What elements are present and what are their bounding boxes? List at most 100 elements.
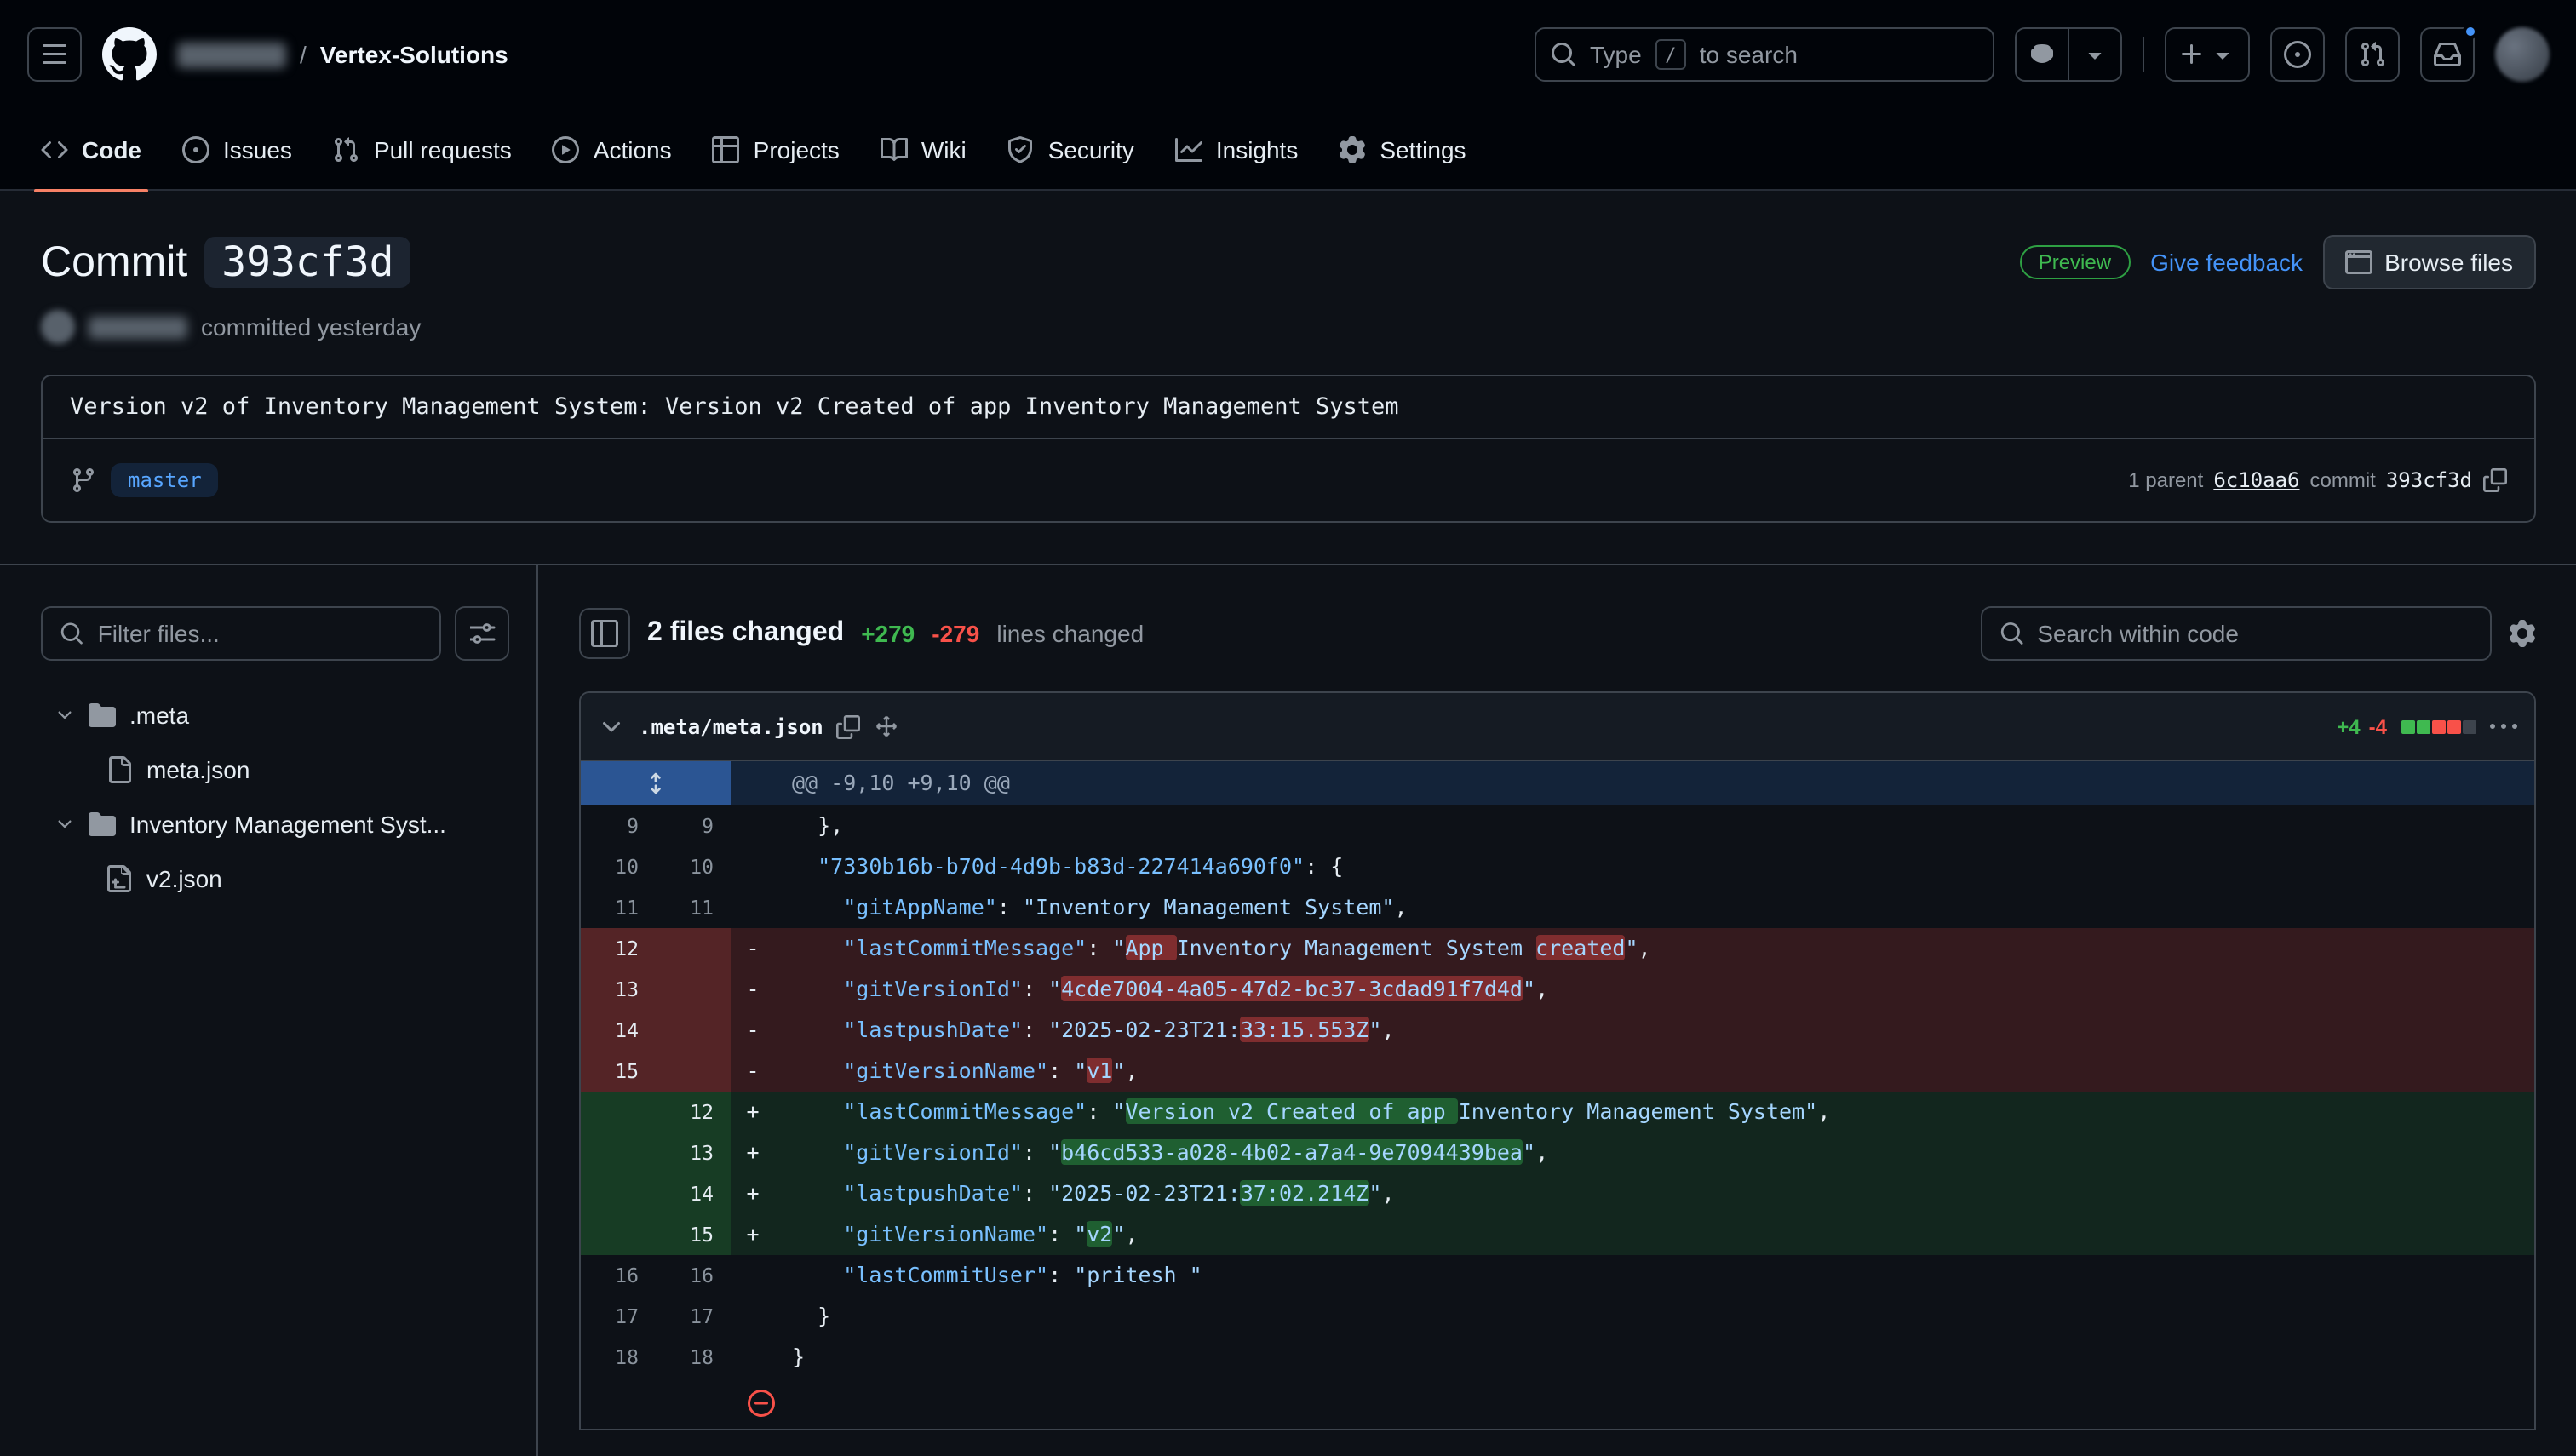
diff-file-path[interactable]: .meta/meta.json	[639, 714, 823, 738]
tab-pull-requests[interactable]: Pull requests	[313, 108, 532, 190]
diff-marker	[731, 887, 775, 928]
collapse-file-button[interactable]	[598, 713, 625, 740]
diff-line: 1111 "gitAppName": "Inventory Management…	[581, 887, 2533, 928]
page-title: Commit 393cf3d	[41, 237, 411, 288]
hunk-header-text: @@ -9,10 +9,10 @@	[731, 761, 2533, 805]
tree-file-meta-json[interactable]: meta.json	[41, 742, 509, 797]
diff-settings-button[interactable]	[2508, 620, 2535, 647]
tab-projects[interactable]: Projects	[692, 108, 860, 190]
tab-actions[interactable]: Actions	[532, 108, 692, 190]
file-diff-icon	[106, 865, 133, 892]
git-pull-request-icon	[333, 135, 360, 163]
copy-sha-button[interactable]	[2482, 468, 2506, 492]
redacted-owner-name[interactable]	[177, 42, 286, 67]
chevron-down-icon	[55, 814, 75, 834]
filter-files-field[interactable]	[41, 606, 441, 661]
tab-label: Pull requests	[374, 135, 512, 163]
tab-label: Wiki	[921, 135, 967, 163]
pull-requests-dashboard-button[interactable]	[2344, 27, 2399, 82]
github-mark-icon	[102, 27, 157, 82]
tab-code[interactable]: Code	[20, 108, 162, 190]
tree-folder-meta[interactable]: .meta	[41, 688, 509, 742]
old-line-number: 12	[581, 928, 656, 969]
file-diffstat: +4 -4	[2337, 714, 2476, 738]
code-search-field[interactable]	[1980, 606, 2491, 661]
total-deletions: -279	[932, 620, 979, 647]
file-tree: .meta meta.json Inventory Management Sys…	[41, 688, 509, 906]
tab-settings[interactable]: Settings	[1318, 108, 1486, 190]
diff-end-row	[581, 1378, 2533, 1429]
diff-line: 1010 "7330b16b-b70d-4d9b-b83d-227414a690…	[581, 846, 2533, 887]
code-line: "gitAppName": "Inventory Management Syst…	[775, 887, 2533, 928]
commit-message: Version v2 of Inventory Management Syste…	[43, 376, 2533, 439]
unfold-icon	[644, 771, 668, 795]
create-new-button[interactable]	[2164, 27, 2249, 82]
files-changed-count: 2 files changed	[647, 618, 844, 649]
diff-line: 12- "lastCommitMessage": "App Inventory …	[581, 928, 2533, 969]
diffstat-block	[2431, 719, 2445, 733]
inbox-button[interactable]	[2419, 27, 2474, 82]
code-line: "gitVersionName": "v2",	[775, 1214, 2533, 1255]
code-line: "gitVersionName": "v1",	[775, 1051, 2533, 1092]
code-search-input[interactable]	[2037, 620, 2472, 647]
git-branch-icon	[70, 467, 97, 494]
drag-handle[interactable]	[875, 714, 900, 739]
new-line-number: 18	[656, 1337, 731, 1378]
give-feedback-link[interactable]: Give feedback	[2150, 249, 2303, 276]
commit-author-row: committed yesterday	[41, 310, 2535, 344]
file-options-button[interactable]	[2489, 713, 2516, 740]
tree-options-button[interactable]	[455, 606, 509, 661]
diffstat-block	[2462, 719, 2476, 733]
new-line-number: 9	[656, 805, 731, 846]
old-line-number: 10	[581, 846, 656, 887]
tab-label: Insights	[1216, 135, 1299, 163]
toggle-file-tree-button[interactable]	[579, 608, 630, 659]
old-line-number: 13	[581, 969, 656, 1010]
diff-marker	[731, 805, 775, 846]
sliders-icon	[468, 620, 496, 647]
committed-text: committed yesterday	[201, 313, 421, 341]
parent-sha-link[interactable]: 6c10aa6	[2213, 468, 2299, 492]
copilot-chat-button[interactable]	[2016, 29, 2067, 80]
diff-marker	[731, 1337, 775, 1378]
new-line-number: 12	[656, 1092, 731, 1132]
breadcrumb-repo-link[interactable]: Vertex-Solutions	[320, 41, 508, 68]
github-logo[interactable]	[102, 27, 157, 82]
user-avatar[interactable]	[2494, 27, 2549, 82]
new-line-number	[656, 928, 731, 969]
old-line-number: 14	[581, 1010, 656, 1051]
diff-line: 1717 }	[581, 1296, 2533, 1337]
branch-link[interactable]: master	[111, 463, 219, 497]
issues-dashboard-button[interactable]	[2269, 27, 2324, 82]
filter-files-input[interactable]	[98, 620, 422, 647]
tree-folder-inventory[interactable]: Inventory Management Syst...	[41, 797, 509, 851]
redacted-author-name[interactable]	[89, 316, 187, 338]
search-placeholder-prefix: Type	[1590, 41, 1642, 68]
browse-files-button[interactable]: Browse files	[2323, 235, 2535, 289]
tab-wiki[interactable]: Wiki	[860, 108, 987, 190]
tree-file-v2-json[interactable]: v2.json	[41, 851, 509, 906]
table-icon	[713, 135, 740, 163]
global-search-input[interactable]: Type / to search	[1534, 27, 1994, 82]
issue-opened-icon	[2283, 41, 2310, 68]
lines-changed-label: lines changed	[996, 620, 1144, 647]
copy-path-button[interactable]	[837, 714, 861, 738]
diff-body: @@ -9,10 +9,10 @@ 99 },1010 "7330b16b-b7…	[581, 761, 2533, 1429]
diff-line: 14+ "lastpushDate": "2025-02-23T21:37:02…	[581, 1173, 2533, 1214]
tab-issues[interactable]: Issues	[162, 108, 313, 190]
hamburger-menu-button[interactable]	[27, 27, 82, 82]
author-avatar[interactable]	[41, 310, 75, 344]
tab-insights[interactable]: Insights	[1155, 108, 1319, 190]
diff-line: 13- "gitVersionId": "4cde7004-4a05-47d2-…	[581, 969, 2533, 1010]
copilot-menu-caret[interactable]	[2068, 29, 2120, 80]
diff-toolbar: 2 files changed +279 -279 lines changed	[579, 606, 2535, 661]
new-line-number	[656, 969, 731, 1010]
issue-opened-icon	[182, 135, 209, 163]
inbox-icon	[2433, 41, 2460, 68]
tab-security[interactable]: Security	[987, 108, 1155, 190]
code-line: "lastCommitMessage": "App Inventory Mana…	[775, 928, 2533, 969]
commit-meta: 1 parent 6c10aa6 commit 393cf3d	[2128, 468, 2506, 492]
commit-title-label: Commit	[41, 238, 187, 287]
new-line-number	[656, 1010, 731, 1051]
expand-hunk-button[interactable]	[581, 761, 731, 805]
